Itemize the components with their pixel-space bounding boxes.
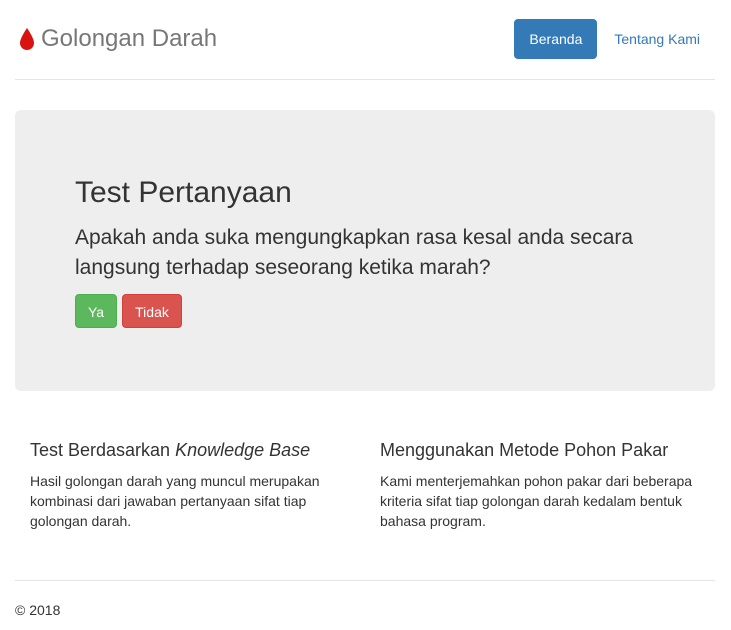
question-text: Apakah anda suka mengungkapkan rasa kesa… [75,226,634,279]
no-button[interactable]: Tidak [122,294,182,328]
yes-button[interactable]: Ya [75,294,117,328]
feature-text: Kami menterjemahkan pohon pakar dari beb… [380,473,693,529]
site-header: Golongan Darah Beranda Tentang Kami [15,0,715,80]
site-footer: © 2018 [15,580,715,618]
feature-title: Test Berdasarkan Knowledge Base [30,439,350,461]
nav-beranda[interactable]: Beranda [514,19,598,59]
brand-link[interactable]: Golongan Darah [19,25,217,53]
feature-knowledge-base: Test Berdasarkan Knowledge Base Hasil go… [30,439,350,531]
brand-title: Golongan Darah [41,25,218,52]
question-title: Test Pertanyaan [75,176,292,209]
feature-title: Menggunakan Metode Pohon Pakar [380,440,669,460]
nav-tentang-kami[interactable]: Tentang Kami [599,19,715,59]
feature-title-italic: Knowledge Base [175,440,311,460]
feature-pohon-pakar: Menggunakan Metode Pohon Pakar Kami ment… [380,439,700,531]
feature-title-plain: Test Berdasarkan [30,440,176,460]
feature-text: Hasil golongan darah yang muncul merupak… [30,473,320,529]
copyright-text: © 2018 [15,602,61,618]
question-panel: Test Pertanyaan Apakah anda suka mengung… [15,110,715,391]
blood-drop-icon [19,27,35,51]
main-nav: Beranda Tentang Kami [514,19,715,59]
